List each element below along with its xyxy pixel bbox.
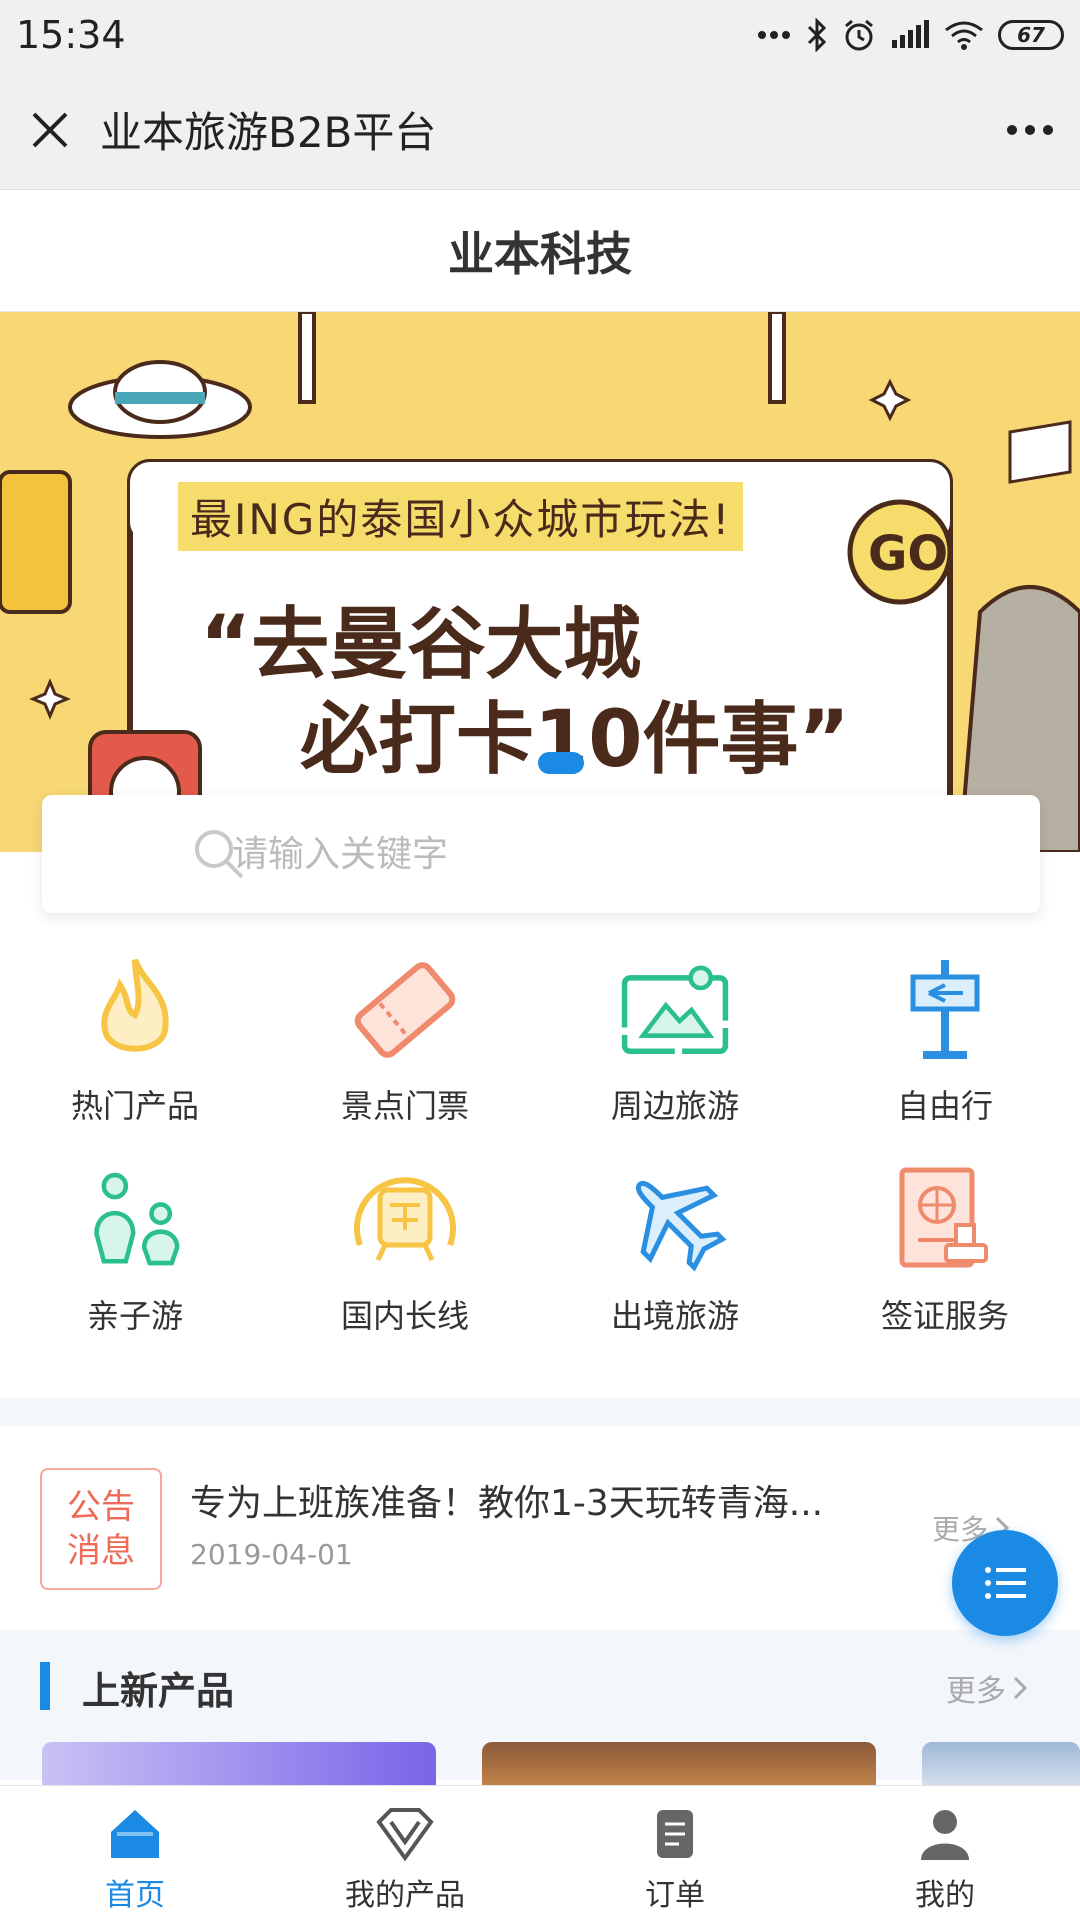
page-title: 业本科技 [448, 226, 632, 281]
signal-icon [892, 20, 929, 48]
tab-label: 订单 [645, 1878, 705, 1913]
user-icon [921, 1810, 969, 1860]
fire-icon [80, 955, 190, 1065]
order-icon [657, 1810, 693, 1858]
tab-label: 首页 [105, 1878, 165, 1913]
tab-label: 我的产品 [345, 1878, 465, 1913]
page-header: 业本科技 [0, 190, 1080, 312]
category-label: 自由行 [896, 1087, 993, 1125]
category-label: 国内长线 [340, 1297, 469, 1335]
search-bar[interactable] [42, 795, 1040, 913]
wifi-icon [945, 21, 983, 50]
category-free-travel[interactable]: 自由行 [810, 955, 1080, 1165]
notice-badge: 公告 消息 [40, 1468, 162, 1590]
family-icon [80, 1165, 190, 1275]
tab-orders[interactable]: 订单 [540, 1786, 810, 1920]
carousel-indicator[interactable] [538, 752, 584, 774]
alarm-icon [845, 19, 873, 51]
more-menu-button[interactable] [980, 124, 1080, 136]
notice-badge-line2: 消息 [67, 1531, 135, 1571]
passport-icon [890, 1165, 1000, 1275]
tab-my-products[interactable]: 我的产品 [270, 1786, 540, 1920]
app-title-bar: 业本旅游B2B平台 [0, 70, 1080, 190]
section-title: 上新产品 [82, 1669, 235, 1713]
bluetooth-icon [807, 18, 827, 52]
search-icon [195, 830, 244, 879]
section-accent-bar [40, 1662, 50, 1710]
section-divider [0, 1398, 1080, 1426]
diamond-icon [376, 1808, 434, 1862]
category-domestic-long[interactable]: 国内长线 [270, 1165, 540, 1375]
more-icon [1007, 124, 1053, 135]
category-nearby-travel[interactable]: 周边旅游 [540, 955, 810, 1165]
train-icon [350, 1165, 460, 1275]
category-label: 亲子游 [86, 1297, 183, 1335]
notice-badge-line1: 公告 [67, 1487, 135, 1527]
battery-indicator: 67 [998, 20, 1064, 50]
airplane-icon [620, 1165, 730, 1275]
category-label: 景点门票 [340, 1087, 469, 1125]
tab-home[interactable]: 首页 [0, 1786, 270, 1920]
floating-menu-button[interactable] [952, 1530, 1058, 1636]
status-bar: 15:34 67 [0, 0, 1080, 70]
tab-label: 我的 [915, 1878, 975, 1913]
close-button[interactable] [0, 110, 100, 150]
signpost-icon [890, 955, 1000, 1065]
notice-section[interactable]: 公告 消息 专为上班族准备！教你1-3天玩转青海... 2019-04-01 更… [0, 1426, 1080, 1630]
page: 15:34 67 业本旅游B2B平台 业本科技 GO 最ING的泰国小众城市玩法… [0, 0, 1080, 1920]
category-tickets[interactable]: 景点门票 [270, 955, 540, 1165]
status-time: 15:34 [16, 13, 126, 57]
tab-me[interactable]: 我的 [810, 1786, 1080, 1920]
close-icon [32, 112, 68, 147]
more-dots-icon [758, 31, 790, 39]
category-grid: 热门产品 景点门票 周边旅游 自由行 亲子游 国内长线 出境旅游 签证服务 [0, 955, 1080, 1385]
category-visa-service[interactable]: 签证服务 [810, 1165, 1080, 1375]
category-label: 周边旅游 [610, 1087, 739, 1125]
home-icon [111, 1810, 159, 1858]
svg-text:GO: GO [868, 526, 948, 582]
category-outbound-travel[interactable]: 出境旅游 [540, 1165, 810, 1375]
notice-text[interactable]: 专为上班族准备！教你1-3天玩转青海... [190, 1474, 823, 1526]
status-icons: 67 [756, 18, 1064, 52]
chevron-right-icon [1013, 1676, 1028, 1700]
search-input[interactable] [232, 833, 832, 875]
new-products-more-label: 更多 [946, 1674, 1006, 1709]
banner-tag: 最ING的泰国小众城市玩法! [178, 482, 744, 551]
window-title: 业本旅游B2B平台 [100, 108, 437, 157]
bottom-tab-bar: 首页 我的产品 订单 我的 [0, 1785, 1080, 1920]
category-label: 签证服务 [880, 1297, 1009, 1335]
list-icon [985, 1567, 1026, 1599]
ticket-icon [350, 955, 460, 1065]
promo-banner[interactable]: GO 最ING的泰国小众城市玩法! “去曼谷大城 必打卡10件事” [0, 312, 1080, 852]
category-family-travel[interactable]: 亲子游 [0, 1165, 270, 1375]
landscape-icon [620, 955, 730, 1065]
new-products-more-link[interactable]: 更多 [946, 1666, 1028, 1710]
category-label: 热门产品 [70, 1087, 199, 1125]
category-hot-products[interactable]: 热门产品 [0, 955, 270, 1165]
category-label: 出境旅游 [610, 1297, 739, 1335]
notice-date: 2019-04-01 [190, 1538, 353, 1571]
